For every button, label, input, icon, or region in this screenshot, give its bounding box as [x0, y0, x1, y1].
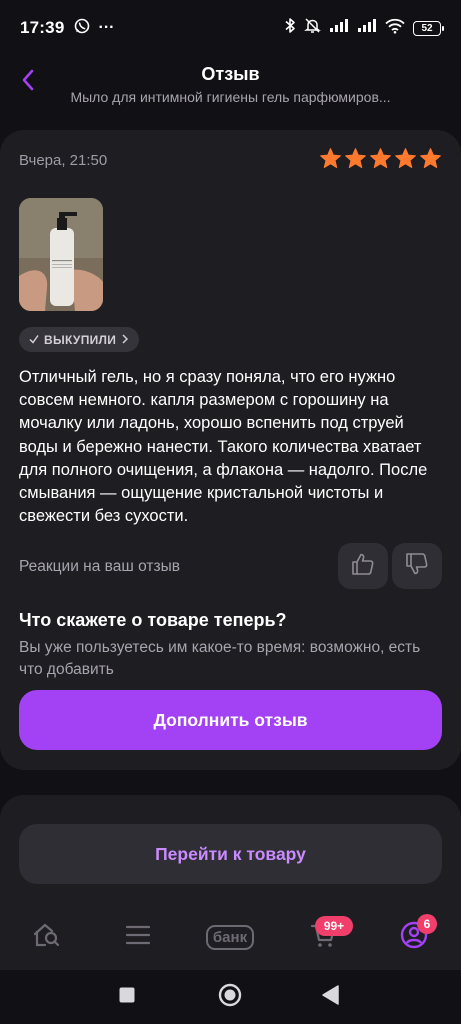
home-search-icon	[32, 921, 62, 954]
whatsapp-icon	[74, 18, 90, 39]
home-button[interactable]	[217, 983, 243, 1012]
thumbs-up-icon	[350, 551, 376, 582]
bottom-tab-bar: банк 99+ 6	[0, 905, 461, 970]
back-nav-button[interactable]	[318, 984, 344, 1010]
star-icon	[419, 147, 442, 175]
tab-catalog[interactable]	[118, 919, 158, 955]
cart-badge: 99+	[315, 916, 353, 936]
review-date: Вчера, 21:50	[19, 152, 108, 169]
star-rating	[319, 147, 442, 175]
thumbs-down-icon	[404, 551, 430, 582]
star-icon	[319, 147, 342, 175]
tab-bank[interactable]: банк	[200, 919, 260, 955]
square-icon	[118, 986, 136, 1009]
wifi-icon	[385, 18, 405, 39]
dislike-button[interactable]	[392, 543, 442, 589]
triangle-back-icon	[321, 984, 341, 1011]
page-title: Отзыв	[201, 64, 260, 84]
star-icon	[369, 147, 392, 175]
purchased-badge-label: ВЫКУПИЛИ	[44, 332, 117, 347]
review-text: Отличный гель, но я сразу поняла, что ег…	[19, 368, 428, 526]
prompt-text: Вы уже пользуетесь им какое-то время: во…	[19, 639, 421, 678]
signal-icon	[357, 18, 377, 38]
review-photo[interactable]	[19, 198, 103, 311]
battery-icon: 52	[413, 20, 444, 36]
purchased-badge[interactable]: ВЫКУПИЛИ	[19, 327, 140, 352]
like-button[interactable]	[338, 543, 388, 589]
product-name: Мыло для интимной гигиены гель парфюмиро…	[70, 89, 391, 105]
status-time: 17:39	[20, 18, 65, 37]
profile-badge: 6	[417, 914, 437, 934]
more-icon: ···	[98, 19, 115, 36]
product-link-card: Перейти к товару	[0, 795, 461, 915]
header: Отзыв Мыло для интимной гигиены гель пар…	[0, 56, 461, 120]
circle-icon	[218, 983, 242, 1012]
star-icon	[344, 147, 367, 175]
signal-icon	[329, 18, 349, 38]
mute-icon	[304, 17, 321, 39]
recent-apps-button[interactable]	[114, 984, 140, 1010]
checkmark-icon	[29, 333, 39, 347]
reactions-label: Реакции на ваш отзыв	[19, 558, 180, 575]
add-to-review-button[interactable]: Дополнить отзыв	[19, 690, 442, 750]
menu-icon	[125, 924, 151, 951]
android-navigation-bar	[0, 970, 461, 1024]
bluetooth-icon	[284, 17, 296, 39]
chevron-right-icon	[121, 333, 129, 347]
status-bar: 17:39 ··· 52	[0, 0, 461, 56]
prompt-title: Что скажете о товаре теперь?	[19, 610, 287, 630]
go-to-product-button[interactable]: Перейти к товару	[19, 824, 442, 884]
review-card: Вчера, 21:50 ВЫКУПИЛИ Отличный гель, но …	[0, 130, 461, 770]
bank-label: банк	[205, 924, 255, 950]
star-icon	[394, 147, 417, 175]
tab-home[interactable]	[27, 919, 67, 955]
